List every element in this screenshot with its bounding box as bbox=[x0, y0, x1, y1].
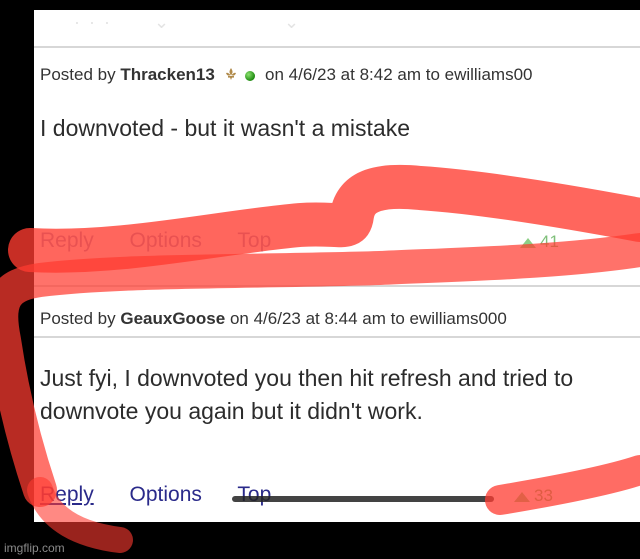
post-divider bbox=[34, 336, 640, 338]
post-body: I downvoted - but it wasn't a mistake bbox=[40, 115, 411, 141]
posted-by-label: Posted by bbox=[40, 309, 116, 328]
posted-by-label: Posted by bbox=[40, 65, 116, 84]
top-button[interactable]: Top bbox=[237, 483, 271, 506]
screenshot-frame: · · · ⌄ ⌄ Posted by Thracken13 on 4/6/23… bbox=[0, 0, 640, 559]
top-button[interactable]: Top bbox=[237, 229, 271, 252]
imgflip-watermark: imgflip.com bbox=[4, 541, 65, 555]
post-actions: Reply Options Top bbox=[40, 483, 301, 507]
post-meta: Posted by GeauxGoose on 4/6/23 at 8:44 a… bbox=[40, 309, 507, 329]
vote-count: 33 bbox=[514, 486, 553, 506]
upvote-arrow-icon[interactable] bbox=[520, 237, 536, 248]
post-divider bbox=[34, 46, 640, 48]
options-button[interactable]: Options bbox=[130, 229, 202, 252]
reply-button[interactable]: Reply bbox=[40, 483, 94, 506]
faded-chevron-icon: ⌄ bbox=[284, 12, 302, 32]
previous-post-tail: · · · ⌄ ⌄ bbox=[34, 10, 640, 46]
vote-number: 33 bbox=[534, 486, 553, 505]
vote-number: 41 bbox=[540, 232, 559, 251]
faded-text: · · · bbox=[74, 12, 112, 32]
reply-button[interactable]: Reply bbox=[40, 229, 94, 252]
post-timestamp: on 4/6/23 at 8:42 am to ewilliams00 bbox=[265, 65, 533, 84]
forum-thread: · · · ⌄ ⌄ Posted by Thracken13 on 4/6/23… bbox=[34, 10, 640, 522]
online-status-icon bbox=[245, 70, 256, 81]
post-divider bbox=[34, 285, 640, 287]
username-link[interactable]: Thracken13 bbox=[120, 65, 215, 84]
post-body: Just fyi, I downvoted you then hit refre… bbox=[40, 365, 574, 424]
faded-chevron-icon: ⌄ bbox=[154, 12, 172, 32]
post-actions: Reply Options Top bbox=[40, 229, 301, 253]
post-meta: Posted by Thracken13 on 4/6/23 at 8:42 a… bbox=[40, 65, 532, 86]
username-link[interactable]: GeauxGoose bbox=[120, 309, 225, 328]
upvote-arrow-icon[interactable] bbox=[514, 491, 530, 502]
options-button[interactable]: Options bbox=[130, 483, 202, 506]
vote-count: 41 bbox=[520, 232, 559, 252]
home-indicator[interactable] bbox=[232, 496, 494, 502]
fleur-de-lis-icon bbox=[224, 66, 238, 86]
post-timestamp: on 4/6/23 at 8:44 am to ewilliams000 bbox=[229, 309, 507, 328]
